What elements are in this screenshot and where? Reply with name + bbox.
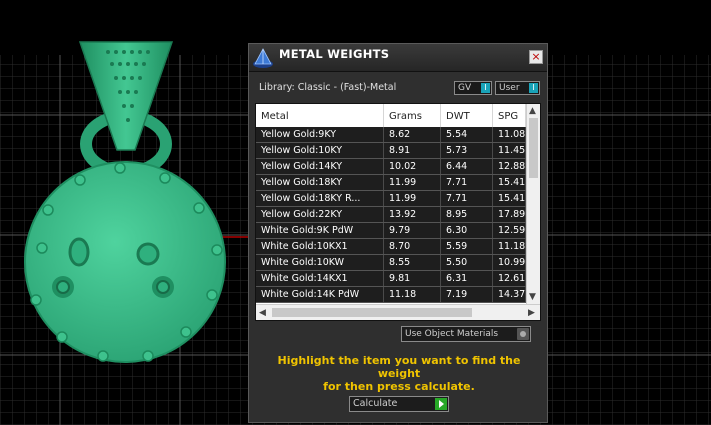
horizontal-scrollbar[interactable]: ◀ ▶ — [256, 304, 540, 320]
instruction-line-1: Highlight the item you want to find the … — [277, 354, 521, 380]
cell-metal: Yellow Gold:10KY — [256, 143, 384, 158]
table-row[interactable]: White Gold:14K PdW 11.18 7.19 14.37 — [256, 287, 526, 303]
calculate-button[interactable]: Calculate — [349, 396, 449, 412]
cell-spg: 12.61 — [493, 271, 526, 286]
cell-metal: Yellow Gold:18KY — [256, 175, 384, 190]
cell-spg: 11.08 — [493, 127, 526, 142]
table-row[interactable]: Yellow Gold:10KY 8.91 5.73 11.45 — [256, 143, 526, 159]
cell-spg: 10.99 — [493, 255, 526, 270]
table-row[interactable]: White Gold:14KX1 9.81 6.31 12.61 — [256, 271, 526, 287]
cell-grams: 9.81 — [384, 271, 441, 286]
table-row[interactable]: White Gold:10KX1 8.70 5.59 11.18 — [256, 239, 526, 255]
cell-spg: 11.18 — [493, 239, 526, 254]
table-row[interactable]: White Gold:10KW 8.55 5.50 10.99 — [256, 255, 526, 271]
cell-metal: White Gold:9K PdW — [256, 223, 384, 238]
cell-metal: White Gold:10KX1 — [256, 239, 384, 254]
table-row[interactable]: Yellow Gold:22KY 13.92 8.95 17.89 — [256, 207, 526, 223]
user-toggle-knob: I — [529, 83, 538, 93]
table-row[interactable]: Yellow Gold:18KY 11.99 7.71 15.41 — [256, 175, 526, 191]
panel-titlebar[interactable]: METAL WEIGHTS × — [249, 44, 547, 72]
column-header-metal[interactable]: Metal — [256, 104, 384, 127]
cell-metal: White Gold:14KX1 — [256, 271, 384, 286]
cell-spg: 11.45 — [493, 143, 526, 158]
instruction-text: Highlight the item you want to find the … — [259, 354, 539, 393]
library-label: Library: Classic - (Fast)-Metal — [259, 82, 397, 93]
cell-spg: 14.37 — [493, 287, 526, 302]
metal-weights-table: Metal Grams DWT SPG Yellow Gold:9KY 8.62 5… — [255, 103, 541, 321]
cell-grams: 11.99 — [384, 175, 441, 190]
scroll-right-arrow-icon[interactable]: ▶ — [528, 308, 535, 318]
vertical-scroll-thumb[interactable] — [529, 118, 538, 178]
table-row[interactable]: White Gold:9K PdW 9.79 6.30 12.59 — [256, 223, 526, 239]
pendant-disc — [24, 161, 226, 363]
cell-grams: 8.55 — [384, 255, 441, 270]
scroll-up-arrow-icon[interactable]: ▲ — [529, 106, 536, 116]
vertical-scrollbar[interactable]: ▲ ▼ — [526, 104, 540, 304]
column-header-grams[interactable]: Grams — [384, 104, 441, 127]
cell-grams: 8.70 — [384, 239, 441, 254]
cell-spg: 12.59 — [493, 223, 526, 238]
flower-setting-right — [152, 276, 174, 298]
bezel-round-right — [136, 242, 160, 266]
cell-grams: 11.99 — [384, 191, 441, 206]
user-toggle[interactable]: User I — [495, 81, 540, 95]
cell-grams: 11.18 — [384, 287, 441, 302]
cell-metal: Yellow Gold:18KY R... — [256, 191, 384, 206]
close-button[interactable]: × — [529, 50, 543, 64]
calculate-button-label: Calculate — [353, 398, 398, 409]
cell-spg: 15.41 — [493, 175, 526, 190]
horizontal-scroll-thumb[interactable] — [272, 308, 472, 317]
column-header-dwt[interactable]: DWT — [441, 104, 493, 127]
metal-weights-panel: METAL WEIGHTS × Library: Classic - (Fast… — [248, 43, 548, 423]
flower-setting-left — [52, 276, 74, 298]
bezel-oval-left — [68, 237, 90, 267]
cell-grams: 8.62 — [384, 127, 441, 142]
cell-dwt: 6.31 — [441, 271, 493, 286]
cell-metal: White Gold:10KW — [256, 255, 384, 270]
play-arrow-icon — [435, 398, 447, 410]
gv-toggle-knob: I — [481, 83, 490, 93]
user-toggle-label: User — [499, 83, 520, 93]
cell-dwt: 5.50 — [441, 255, 493, 270]
cell-metal: Yellow Gold:9KY — [256, 127, 384, 142]
scroll-left-arrow-icon[interactable]: ◀ — [259, 308, 266, 318]
cell-grams: 9.79 — [384, 223, 441, 238]
cell-dwt: 5.73 — [441, 143, 493, 158]
cell-metal: Yellow Gold:14KY — [256, 159, 384, 174]
cell-spg: 12.88 — [493, 159, 526, 174]
cell-grams: 8.91 — [384, 143, 441, 158]
cell-spg: 17.89 — [493, 207, 526, 222]
gv-toggle-label: GV — [458, 83, 472, 93]
table-header: Metal Grams DWT SPG — [256, 104, 526, 127]
cell-dwt: 5.59 — [441, 239, 493, 254]
materials-dropdown[interactable]: Use Object Materials — [401, 326, 531, 342]
column-header-spg[interactable]: SPG — [493, 104, 526, 127]
cell-grams: 13.92 — [384, 207, 441, 222]
cell-dwt: 7.71 — [441, 175, 493, 190]
cell-grams: 10.02 — [384, 159, 441, 174]
cell-spg: 15.41 — [493, 191, 526, 206]
table-row[interactable]: Yellow Gold:18KY R... 11.99 7.71 15.41 — [256, 191, 526, 207]
cell-metal: Yellow Gold:22KY — [256, 207, 384, 222]
dropdown-button-icon — [517, 328, 529, 340]
cell-dwt: 6.44 — [441, 159, 493, 174]
table-row[interactable]: Yellow Gold:9KY 8.62 5.54 11.08 — [256, 127, 526, 143]
cell-dwt: 8.95 — [441, 207, 493, 222]
cell-dwt: 7.71 — [441, 191, 493, 206]
scroll-down-arrow-icon[interactable]: ▼ — [529, 292, 536, 302]
cell-metal: White Gold:14K PdW — [256, 287, 384, 302]
materials-dropdown-label: Use Object Materials — [405, 329, 499, 339]
instruction-line-2: for then press calculate. — [323, 380, 475, 393]
cell-dwt: 7.19 — [441, 287, 493, 302]
cell-dwt: 5.54 — [441, 127, 493, 142]
cell-dwt: 6.30 — [441, 223, 493, 238]
panel-title: METAL WEIGHTS — [279, 47, 390, 61]
gv-toggle[interactable]: GV I — [454, 81, 492, 95]
table-row[interactable]: Yellow Gold:14KY 10.02 6.44 12.88 — [256, 159, 526, 175]
metal-weights-icon — [253, 48, 273, 68]
